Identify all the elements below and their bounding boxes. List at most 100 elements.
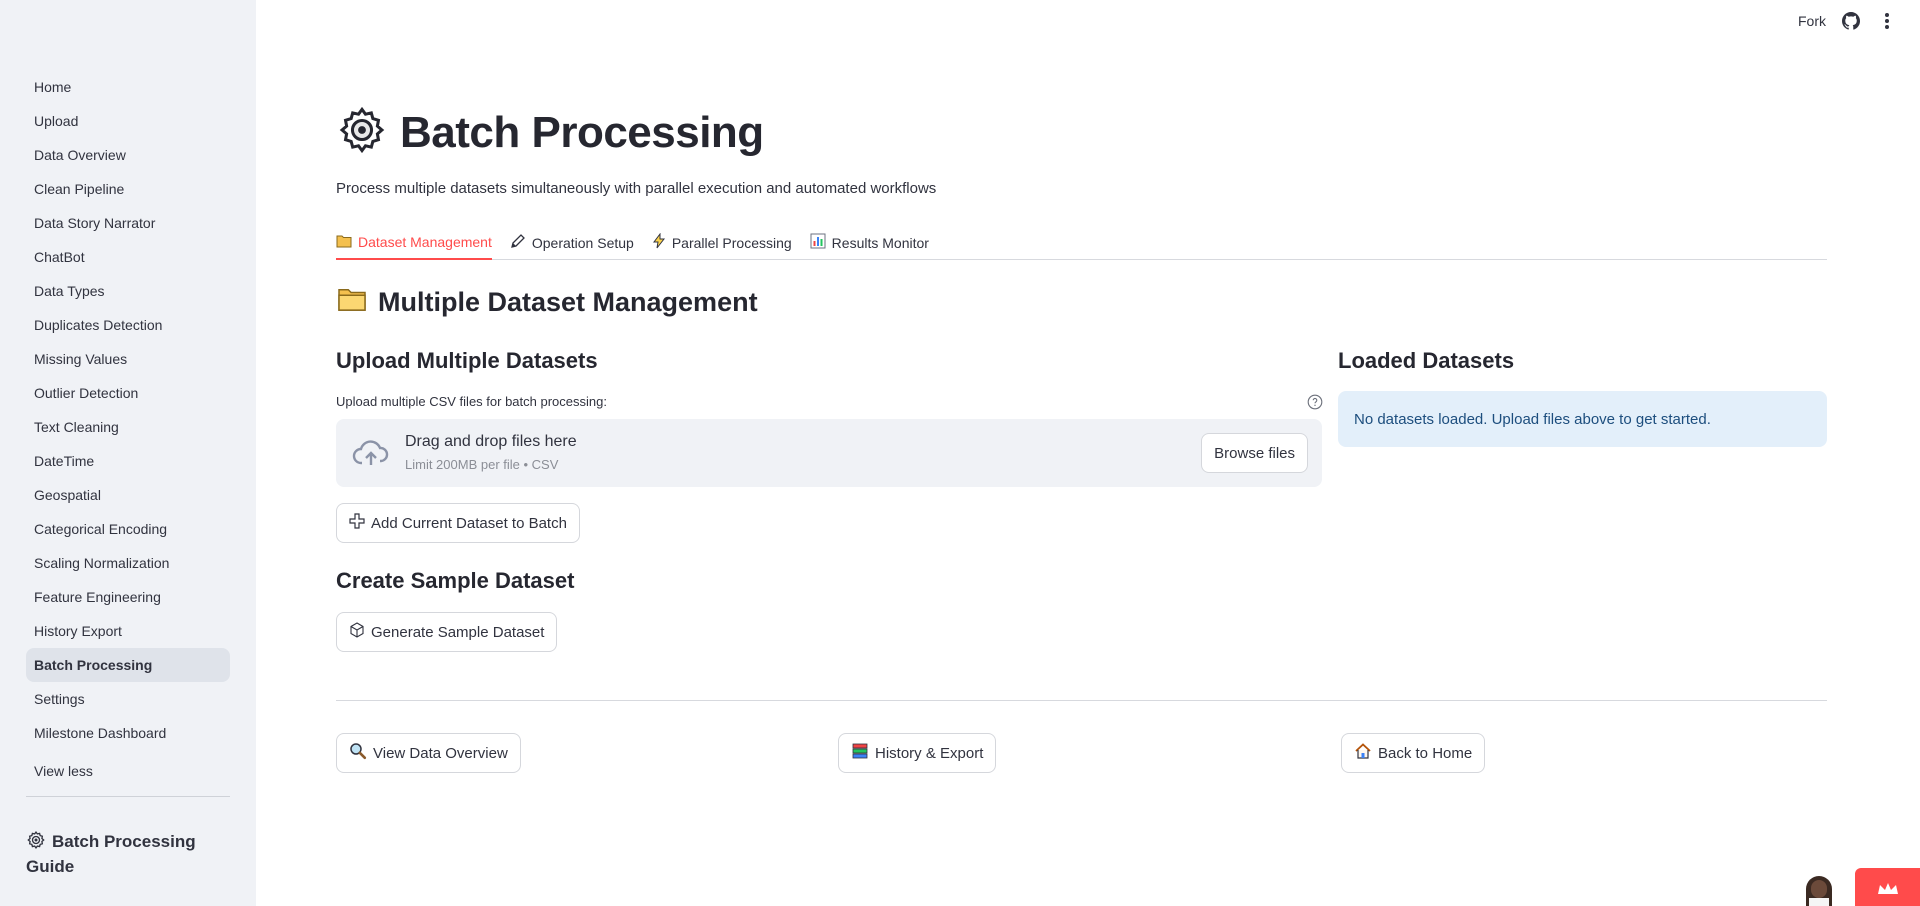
loaded-datasets-heading: Loaded Datasets (1338, 348, 1515, 373)
tab-parallel-processing[interactable]: Parallel Processing (652, 226, 810, 259)
magnifier-icon (349, 742, 367, 764)
create-sample-heading: Create Sample Dataset (336, 568, 575, 593)
crown-icon (1877, 882, 1899, 901)
history-export-button[interactable]: History & Export (838, 733, 997, 773)
fork-button[interactable]: Fork (1798, 13, 1826, 29)
sidebar-item-datetime[interactable]: DateTime (26, 444, 230, 478)
sidebar-item-label: History Export (34, 623, 122, 639)
sidebar-item-home[interactable]: Home (26, 70, 230, 104)
sidebar-item-label: Scaling Normalization (34, 555, 170, 571)
gear-icon (336, 104, 388, 161)
gear-icon (26, 830, 46, 856)
sidebar-item-label: Settings (34, 691, 85, 707)
house-icon (1354, 742, 1372, 764)
sidebar-item-label: ChatBot (34, 249, 85, 265)
sidebar-item-label: Outlier Detection (34, 385, 139, 401)
sidebar-item-outlier-detection[interactable]: Outlier Detection (26, 376, 230, 410)
back-to-home-button[interactable]: Back to Home (1341, 733, 1486, 773)
sidebar-item-label: Batch Processing (34, 657, 153, 673)
sidebar-item-label: Missing Values (34, 351, 128, 367)
section-title: Multiple Dataset Management (378, 287, 758, 317)
batch-processing-guide-heading: Batch Processing Guide (26, 830, 230, 878)
pencil-icon (510, 233, 526, 252)
plus-icon (349, 513, 365, 533)
sidebar-item-categorical-encoding[interactable]: Categorical Encoding (26, 512, 230, 546)
tab-operation-setup[interactable]: Operation Setup (510, 226, 652, 259)
dropzone-limit: Limit 200MB per file • CSV (405, 457, 559, 472)
sidebar-item-label: Duplicates Detection (34, 317, 163, 333)
page-title-text: Batch Processing (400, 107, 764, 157)
tab-label: Parallel Processing (671, 234, 792, 251)
sidebar: Home Upload Data Overview Clean Pipeline… (0, 0, 256, 906)
lightning-icon (652, 232, 666, 252)
tab-dataset-management[interactable]: Dataset Management (336, 226, 492, 260)
sidebar-item-data-types[interactable]: Data Types (26, 274, 230, 308)
upload-label: Upload multiple CSV files for batch proc… (336, 394, 607, 409)
sidebar-item-clean-pipeline[interactable]: Clean Pipeline (26, 172, 230, 206)
tab-bar: Dataset Management Operation Setup Paral… (336, 226, 1827, 260)
sidebar-item-scaling-normalization[interactable]: Scaling Normalization (26, 546, 230, 580)
folder-icon (336, 234, 352, 251)
back-to-home-label: Back to Home (1378, 744, 1473, 762)
top-header: Fork (1798, 10, 1898, 32)
sidebar-item-settings[interactable]: Settings (26, 682, 230, 716)
bar-chart-icon (810, 233, 826, 252)
tab-results-monitor[interactable]: Results Monitor (810, 226, 947, 259)
generate-sample-button[interactable]: Generate Sample Dataset (336, 612, 558, 652)
add-current-label: Add Current Dataset to Batch (371, 514, 567, 532)
dropzone-title: Drag and drop files here (405, 433, 577, 450)
sidebar-nav: Home Upload Data Overview Clean Pipeline… (26, 70, 230, 788)
cube-icon (349, 622, 365, 642)
sidebar-item-text-cleaning[interactable]: Text Cleaning (26, 410, 230, 444)
sidebar-item-label: Categorical Encoding (34, 521, 168, 537)
guide-content-cut (26, 898, 106, 906)
help-icon[interactable] (1307, 394, 1323, 410)
sidebar-item-batch-processing[interactable]: Batch Processing (26, 648, 230, 682)
file-dropzone[interactable]: Drag and drop files here Limit 200MB per… (336, 419, 1322, 487)
section-heading: Multiple Dataset Management (336, 286, 758, 319)
history-export-label: History & Export (875, 744, 984, 762)
no-datasets-info: No datasets loaded. Upload files above t… (1338, 391, 1827, 447)
sidebar-item-label: Data Overview (34, 147, 126, 163)
cloud-upload-icon (352, 435, 390, 476)
browse-files-button[interactable]: Browse files (1201, 433, 1308, 473)
view-less-link[interactable]: View less (26, 754, 230, 788)
sidebar-divider (26, 796, 230, 797)
sidebar-item-duplicates-detection[interactable]: Duplicates Detection (26, 308, 230, 342)
view-data-overview-button[interactable]: View Data Overview (336, 733, 521, 773)
upload-heading: Upload Multiple Datasets (336, 348, 598, 373)
sidebar-item-label: Feature Engineering (34, 589, 161, 605)
add-current-dataset-button[interactable]: Add Current Dataset to Batch (336, 503, 580, 543)
page-title: Batch Processing (336, 104, 764, 161)
sidebar-item-history-export[interactable]: History Export (26, 614, 230, 648)
sidebar-item-label: Clean Pipeline (34, 181, 125, 197)
sidebar-item-upload[interactable]: Upload (26, 104, 230, 138)
sidebar-item-geospatial[interactable]: Geospatial (26, 478, 230, 512)
sidebar-item-missing-values[interactable]: Missing Values (26, 342, 230, 376)
user-avatar[interactable] (1806, 876, 1832, 906)
page-subtitle: Process multiple datasets simultaneously… (336, 180, 937, 197)
sidebar-item-milestone-dashboard[interactable]: Milestone Dashboard (26, 716, 230, 750)
sidebar-item-chatbot[interactable]: ChatBot (26, 240, 230, 274)
sidebar-item-feature-engineering[interactable]: Feature Engineering (26, 580, 230, 614)
more-vert-icon[interactable] (1876, 10, 1898, 32)
generate-sample-label: Generate Sample Dataset (371, 623, 545, 641)
streamlit-badge[interactable] (1855, 868, 1920, 906)
sidebar-item-data-story-narrator[interactable]: Data Story Narrator (26, 206, 230, 240)
github-icon[interactable] (1840, 10, 1862, 32)
guide-title: Batch Processing Guide (26, 832, 196, 876)
tab-label: Dataset Management (358, 234, 492, 250)
tab-label: Results Monitor (831, 234, 929, 251)
sidebar-item-label: Upload (34, 113, 79, 129)
books-icon (851, 742, 869, 764)
view-data-overview-label: View Data Overview (373, 744, 508, 762)
sidebar-item-label: DateTime (34, 453, 95, 469)
sidebar-item-data-overview[interactable]: Data Overview (26, 138, 230, 172)
sidebar-item-label: Text Cleaning (34, 419, 119, 435)
folder-icon (336, 286, 368, 319)
sidebar-item-label: Geospatial (34, 487, 101, 503)
sidebar-item-label: Data Story Narrator (34, 215, 156, 231)
sidebar-item-label: Data Types (34, 283, 105, 299)
sidebar-item-label: Milestone Dashboard (34, 725, 167, 741)
tab-label: Operation Setup (531, 234, 634, 251)
